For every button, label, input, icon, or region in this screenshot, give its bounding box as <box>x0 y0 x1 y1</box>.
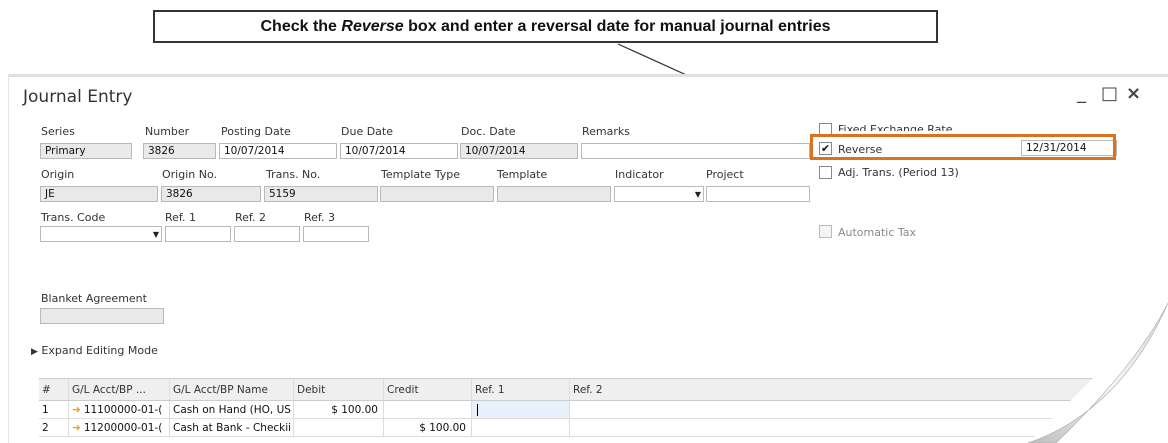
text-cursor <box>477 404 478 416</box>
remarks-label: Remarks <box>582 125 630 138</box>
table-row[interactable]: 1 ➜ 11100000-01-( Cash on Hand (HO, US $ … <box>39 401 1165 419</box>
trans-no-field[interactable]: 5159 <box>264 186 378 202</box>
remarks-field[interactable] <box>581 143 810 159</box>
triangle-right-icon: ▶ <box>31 347 38 357</box>
row-credit[interactable]: $ 100.00 <box>384 419 472 436</box>
journal-entry-window: Journal Entry _ □ × Series Number Postin… <box>8 74 1168 443</box>
expand-editing-mode-toggle[interactable]: ▶ Expand Editing Mode <box>31 344 158 357</box>
journal-lines-table: # G/L Acct/BP ... G/L Acct/BP Name Debit… <box>39 378 1165 437</box>
ref2-field[interactable] <box>234 226 300 242</box>
chevron-down-icon: ▼ <box>694 190 701 199</box>
table-header-row: # G/L Acct/BP ... G/L Acct/BP Name Debit… <box>39 379 1165 401</box>
doc-date-field[interactable]: 10/07/2014 <box>460 143 578 159</box>
origin-no-field[interactable]: 3826 <box>161 186 261 202</box>
automatic-tax-label: Automatic Tax <box>838 226 917 239</box>
doc-date-label: Doc. Date <box>461 125 516 138</box>
chevron-down-icon: ▼ <box>152 230 159 239</box>
row-ref1[interactable] <box>472 401 570 418</box>
series-field[interactable]: Primary <box>40 143 132 159</box>
origin-no-label: Origin No. <box>162 168 218 181</box>
row-acct-name[interactable]: Cash at Bank - Checkii <box>170 419 294 436</box>
window-title: Journal Entry <box>23 87 133 107</box>
row-acct[interactable]: ➜ 11200000-01-( <box>69 419 170 436</box>
series-label: Series <box>41 125 75 138</box>
project-field[interactable] <box>706 186 810 202</box>
minimize-icon[interactable]: _ <box>1077 83 1086 104</box>
close-icon[interactable]: × <box>1126 83 1141 104</box>
origin-label: Origin <box>41 168 75 181</box>
template-field[interactable] <box>497 186 611 202</box>
ref1-label: Ref. 1 <box>165 211 196 224</box>
link-arrow-icon[interactable]: ➜ <box>72 422 81 434</box>
template-label: Template <box>497 168 548 181</box>
row-acct-code: 11100000-01-( <box>83 404 163 416</box>
row-acct[interactable]: ➜ 11100000-01-( <box>69 401 170 418</box>
blanket-agreement-label: Blanket Agreement <box>41 292 147 305</box>
fixed-exchange-rate-label: Fixed Exchange Rate <box>838 123 953 131</box>
due-date-field[interactable]: 10/07/2014 <box>340 143 458 159</box>
table-row[interactable]: 2 ➜ 11200000-01-( Cash at Bank - Checkii … <box>39 419 1165 437</box>
row-ref1[interactable] <box>472 419 570 436</box>
col-header-debit[interactable]: Debit <box>294 379 384 400</box>
ref1-field[interactable] <box>165 226 231 242</box>
ref3-label: Ref. 3 <box>304 211 335 224</box>
number-field[interactable]: 3826 <box>143 143 216 159</box>
col-header-credit[interactable]: Credit <box>384 379 472 400</box>
col-header-acct[interactable]: G/L Acct/BP ... <box>69 379 170 400</box>
posting-date-label: Posting Date <box>221 125 291 138</box>
indicator-label: Indicator <box>615 168 664 181</box>
col-header-ref1[interactable]: Ref. 1 <box>472 379 570 400</box>
reverse-highlight-box <box>810 134 1116 160</box>
maximize-icon[interactable]: □ <box>1101 83 1118 104</box>
posting-date-field[interactable]: 10/07/2014 <box>219 143 337 159</box>
row-acct-code: 11200000-01-( <box>83 422 163 434</box>
row-index: 1 <box>39 401 69 418</box>
row-debit[interactable]: $ 100.00 <box>294 401 384 418</box>
row-debit[interactable] <box>294 419 384 436</box>
trans-code-label: Trans. Code <box>41 211 106 224</box>
automatic-tax-checkbox[interactable] <box>819 225 832 238</box>
adj-trans-checkbox[interactable] <box>819 166 832 179</box>
ref2-label: Ref. 2 <box>235 211 266 224</box>
number-label: Number <box>145 125 190 138</box>
row-index: 2 <box>39 419 69 436</box>
trans-no-label: Trans. No. <box>266 168 321 181</box>
blanket-agreement-field[interactable] <box>40 308 164 324</box>
trans-code-dropdown[interactable]: ▼ <box>40 226 162 242</box>
due-date-label: Due Date <box>341 125 393 138</box>
col-header-index: # <box>39 379 69 400</box>
template-type-field[interactable] <box>380 186 494 202</box>
page-curl-decoration <box>1028 303 1168 443</box>
expand-editing-mode-label: Expand Editing Mode <box>41 344 158 357</box>
template-type-label: Template Type <box>381 168 460 181</box>
adj-trans-label: Adj. Trans. (Period 13) <box>838 166 959 179</box>
row-acct-name[interactable]: Cash on Hand (HO, US <box>170 401 294 418</box>
link-arrow-icon[interactable]: ➜ <box>72 404 81 416</box>
origin-field[interactable]: JE <box>40 186 158 202</box>
indicator-dropdown[interactable]: ▼ <box>614 186 704 202</box>
col-header-acct-name[interactable]: G/L Acct/BP Name <box>170 379 294 400</box>
ref3-field[interactable] <box>303 226 369 242</box>
row-credit[interactable] <box>384 401 472 418</box>
project-label: Project <box>706 168 744 181</box>
